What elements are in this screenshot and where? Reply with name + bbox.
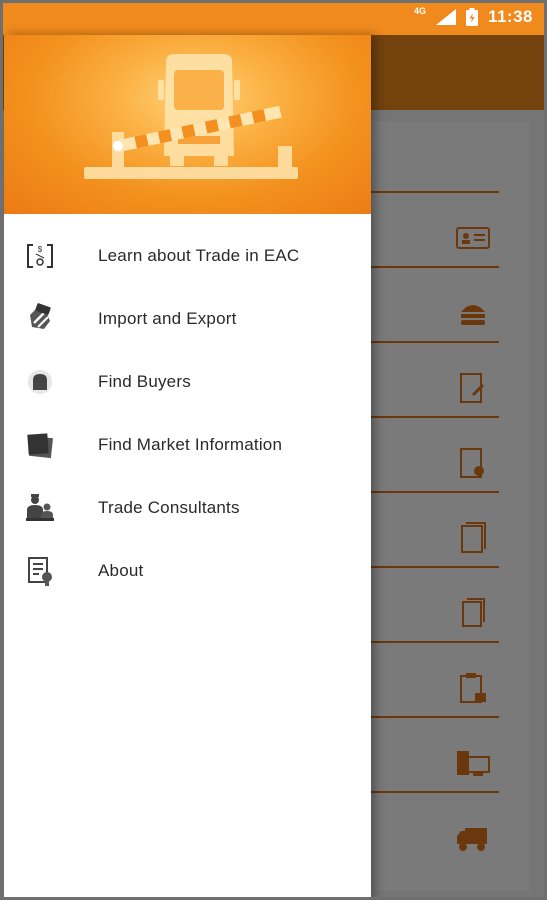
menu-item-trade-consultants[interactable]: Trade Consultants <box>4 476 371 539</box>
svg-text:$: $ <box>38 245 43 254</box>
currency-exchange-icon: $ <box>27 243 53 268</box>
signal-icon <box>435 9 456 25</box>
drawer-header <box>4 35 371 214</box>
menu-item-import-export[interactable]: Import and Export <box>4 287 371 350</box>
menu-item-label: Trade Consultants <box>98 497 240 517</box>
market-info-icon <box>27 432 53 458</box>
battery-icon <box>465 8 478 26</box>
network-type: 4G <box>413 6 426 16</box>
menu-item-about[interactable]: About <box>4 539 371 602</box>
truck-toll-gate-icon <box>84 54 298 179</box>
menu-item-label: About <box>98 560 144 580</box>
menu-item-label: Import and Export <box>98 308 237 328</box>
menu-item-label: Learn about Trade in EAC <box>98 245 300 265</box>
clock: 11:38 <box>487 7 533 26</box>
buyers-icon <box>28 369 52 394</box>
status-bar: 4G 11:38 <box>0 0 547 35</box>
import-export-icon <box>30 302 51 329</box>
menu-item-label: Find Market Information <box>98 434 283 454</box>
menu-item-label: Find Buyers <box>98 371 191 391</box>
consultants-icon <box>26 493 54 521</box>
drawer-menu: $ Learn about Trade in EAC Import and Ex… <box>4 224 371 602</box>
menu-item-market-information[interactable]: Find Market Information <box>4 413 371 476</box>
menu-item-find-buyers[interactable]: Find Buyers <box>4 350 371 413</box>
navigation-drawer: $ Learn about Trade in EAC Import and Ex… <box>4 35 371 900</box>
menu-item-learn-trade[interactable]: $ Learn about Trade in EAC <box>4 224 371 287</box>
about-icon <box>28 556 52 586</box>
